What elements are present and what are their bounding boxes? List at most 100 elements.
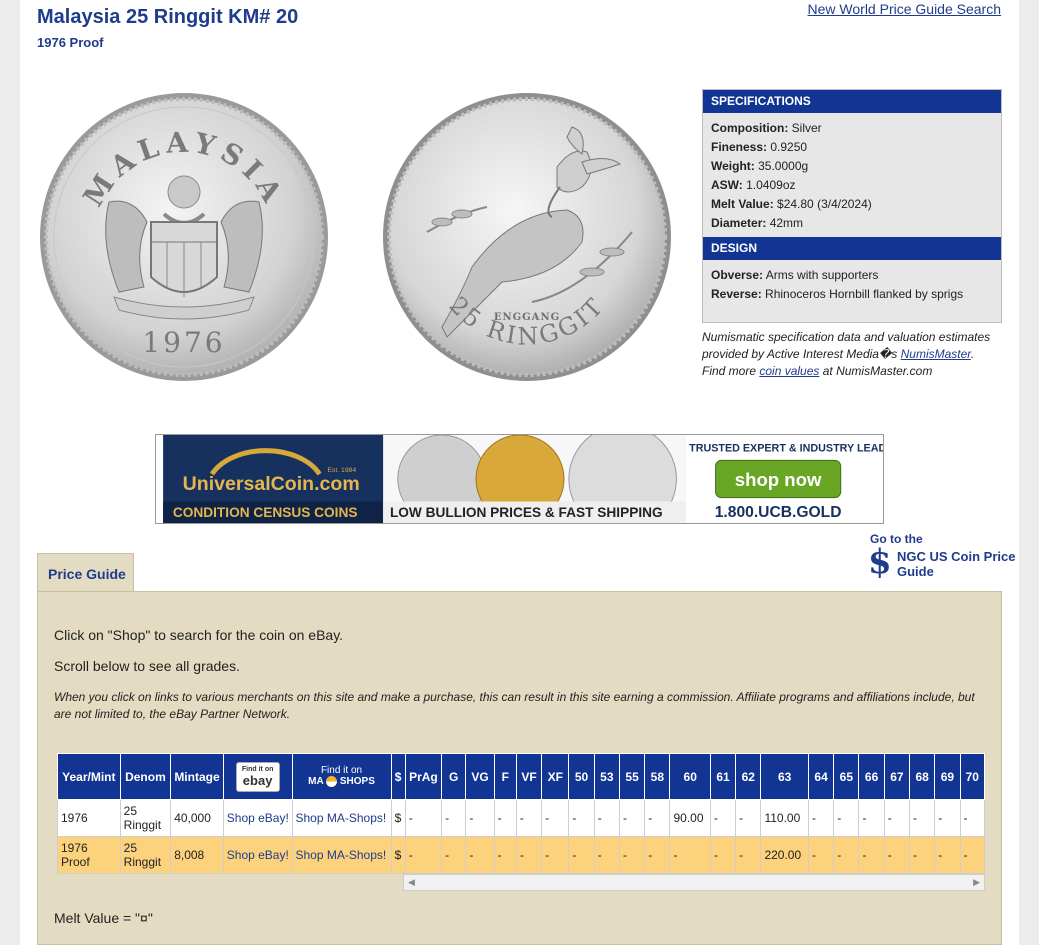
spec-value: Arms with supporters (765, 268, 879, 282)
design-list: Obverse: Arms with supporters Reverse: R… (703, 260, 1001, 308)
cell-price: - (883, 799, 911, 837)
table-horizontal-scrollbar[interactable]: ◀ ▶ (403, 874, 985, 891)
price-guide-panel: Click on "Shop" to search for the coin o… (37, 591, 1002, 945)
col-header-grade: 60 (669, 753, 711, 800)
cell-denom: 25 Ringgit (119, 836, 172, 874)
affiliate-disclaimer: When you click on links to various merch… (54, 690, 975, 721)
banner-cta: shop now (735, 469, 822, 490)
scroll-right-arrow-icon[interactable]: ▶ (973, 877, 980, 888)
cell-price: - (833, 836, 860, 874)
design-obverse: Obverse: Arms with supporters (711, 266, 993, 285)
shop-ebay-link[interactable]: Shop eBay! (222, 836, 293, 874)
spec-diameter: Diameter: 42mm (711, 214, 993, 233)
cell-price: - (618, 836, 646, 874)
cell-year-mint: 1976 Proof (57, 836, 121, 874)
col-header-grade: F (493, 753, 517, 800)
coin-obverse-year: 1976 (142, 326, 225, 359)
table-row: 1976 25 Ringgit 40,000 Shop eBay! Shop M… (57, 799, 986, 837)
coin-obverse-image: MALAYSIA 1976 (40, 93, 328, 381)
note-line: Numismatic specification data and valuat… (702, 330, 991, 344)
coin-values-link[interactable]: coin values (759, 364, 819, 378)
spec-value: Silver (791, 121, 822, 135)
col-header-denom: Denom (119, 753, 172, 800)
cell-price: - (593, 836, 620, 874)
cell-price: - (709, 799, 737, 837)
col-header-grade: 61 (709, 753, 737, 800)
cell-price: - (669, 836, 711, 874)
numismaster-link[interactable]: NumisMaster (901, 347, 971, 361)
design-reverse: Reverse: Rhinoceros Hornbill flanked by … (711, 285, 993, 304)
cell-price: - (644, 799, 671, 837)
shop-instruction: Click on "Shop" to search for the coin o… (54, 627, 344, 643)
scroll-left-arrow-icon[interactable]: ◀ (408, 877, 415, 888)
ebay-logo-text: ebay (242, 772, 273, 788)
col-header-grade: 55 (618, 753, 646, 800)
cell-price: - (618, 799, 646, 837)
col-header-grade: VG (465, 753, 495, 800)
banner-tagline-2: LOW BULLION PRICES & FAST SHIPPING (390, 505, 663, 520)
cell-denom: 25 Ringgit (119, 799, 172, 837)
spec-value: 0.9250 (770, 140, 808, 154)
ebay-logo-icon: Find it on ebay (235, 761, 280, 792)
design-heading: DESIGN (703, 237, 1001, 260)
spec-fineness: Fineness: 0.9250 (711, 138, 993, 157)
note-line: Find more coin values at NumisMaster.com (702, 363, 1002, 380)
spec-label: Melt Value: (711, 197, 774, 211)
tab-price-guide[interactable]: Price Guide (37, 553, 134, 592)
ma-logo-text: MA (308, 776, 324, 788)
cell-price: - (465, 799, 495, 837)
specifications-heading: SPECIFICATIONS (703, 90, 1001, 113)
cell-price: - (404, 836, 443, 874)
spec-label: Fineness: (711, 140, 768, 154)
page: Malaysia 25 Ringgit KM# 20 1976 Proof Ne… (20, 0, 1019, 945)
cell-price: - (568, 836, 595, 874)
note-text: at NumisMaster.com (819, 364, 933, 378)
col-header-grade: 63 (760, 753, 809, 800)
cell-price: - (934, 836, 961, 874)
col-header-grade: 58 (644, 753, 671, 800)
cell-price: - (441, 836, 467, 874)
spec-value: Rhinoceros Hornbill flanked by sprigs (765, 287, 964, 301)
shop-ma-shops-link[interactable]: Shop MA-Shops! (291, 799, 392, 837)
cell-price: - (883, 836, 911, 874)
spec-label: ASW: (711, 178, 743, 192)
cell-price: - (515, 836, 543, 874)
cell-price: - (833, 799, 860, 837)
spec-label: Obverse: (711, 268, 764, 282)
note-text: Find more (702, 364, 760, 378)
price-table: Year/Mint Denom Mintage Find it on ebay … (57, 753, 986, 874)
world-price-guide-search-link[interactable]: New World Price Guide Search (808, 1, 1001, 17)
cell-price: - (807, 799, 835, 837)
cell-price: - (644, 836, 671, 874)
col-header-grade: 68 (908, 753, 936, 800)
table-row: 1976 Proof 25 Ringgit 8,008 Shop eBay! S… (57, 836, 986, 874)
cell-price: - (541, 799, 570, 837)
spec-label: Diameter: (711, 216, 767, 230)
shop-ebay-link[interactable]: Shop eBay! (222, 799, 293, 837)
cell-price: - (807, 836, 835, 874)
cell-price: - (858, 836, 885, 874)
spec-value: 35.0000g (758, 159, 809, 173)
cell-price: - (959, 836, 986, 874)
ebay-find-text: Find it on (241, 765, 274, 773)
spec-value: $24.80 (3/4/2024) (777, 197, 872, 211)
ngc-price-guide-link[interactable]: Go to the $ NGC US Coin Price Guide (868, 532, 1018, 582)
col-header-grade: 50 (568, 753, 595, 800)
cell-price: 110.00 (760, 799, 809, 837)
note-text: . (970, 347, 975, 361)
cell-price: - (858, 799, 885, 837)
ma-shops-logo-icon: MA SHOPS (295, 776, 389, 788)
col-header-grade: 66 (858, 753, 885, 800)
cell-price: 90.00 (669, 799, 711, 837)
col-header-ebay: Find it on ebay (222, 753, 293, 800)
spec-label: Reverse: (711, 287, 762, 301)
col-header-grade: 69 (934, 753, 961, 800)
universal-coin-ad-banner[interactable]: Est. 1984 UniversalCoin.com CONDITION CE… (155, 434, 884, 524)
spec-label: Composition: (711, 121, 789, 135)
col-header-grade: 70 (959, 753, 986, 800)
dollar-icon: $ (868, 542, 892, 582)
cell-price: - (735, 836, 762, 874)
cell-price: - (515, 799, 543, 837)
shop-ma-shops-link[interactable]: Shop MA-Shops! (291, 836, 392, 874)
page-subtitle: 1976 Proof (37, 35, 104, 50)
